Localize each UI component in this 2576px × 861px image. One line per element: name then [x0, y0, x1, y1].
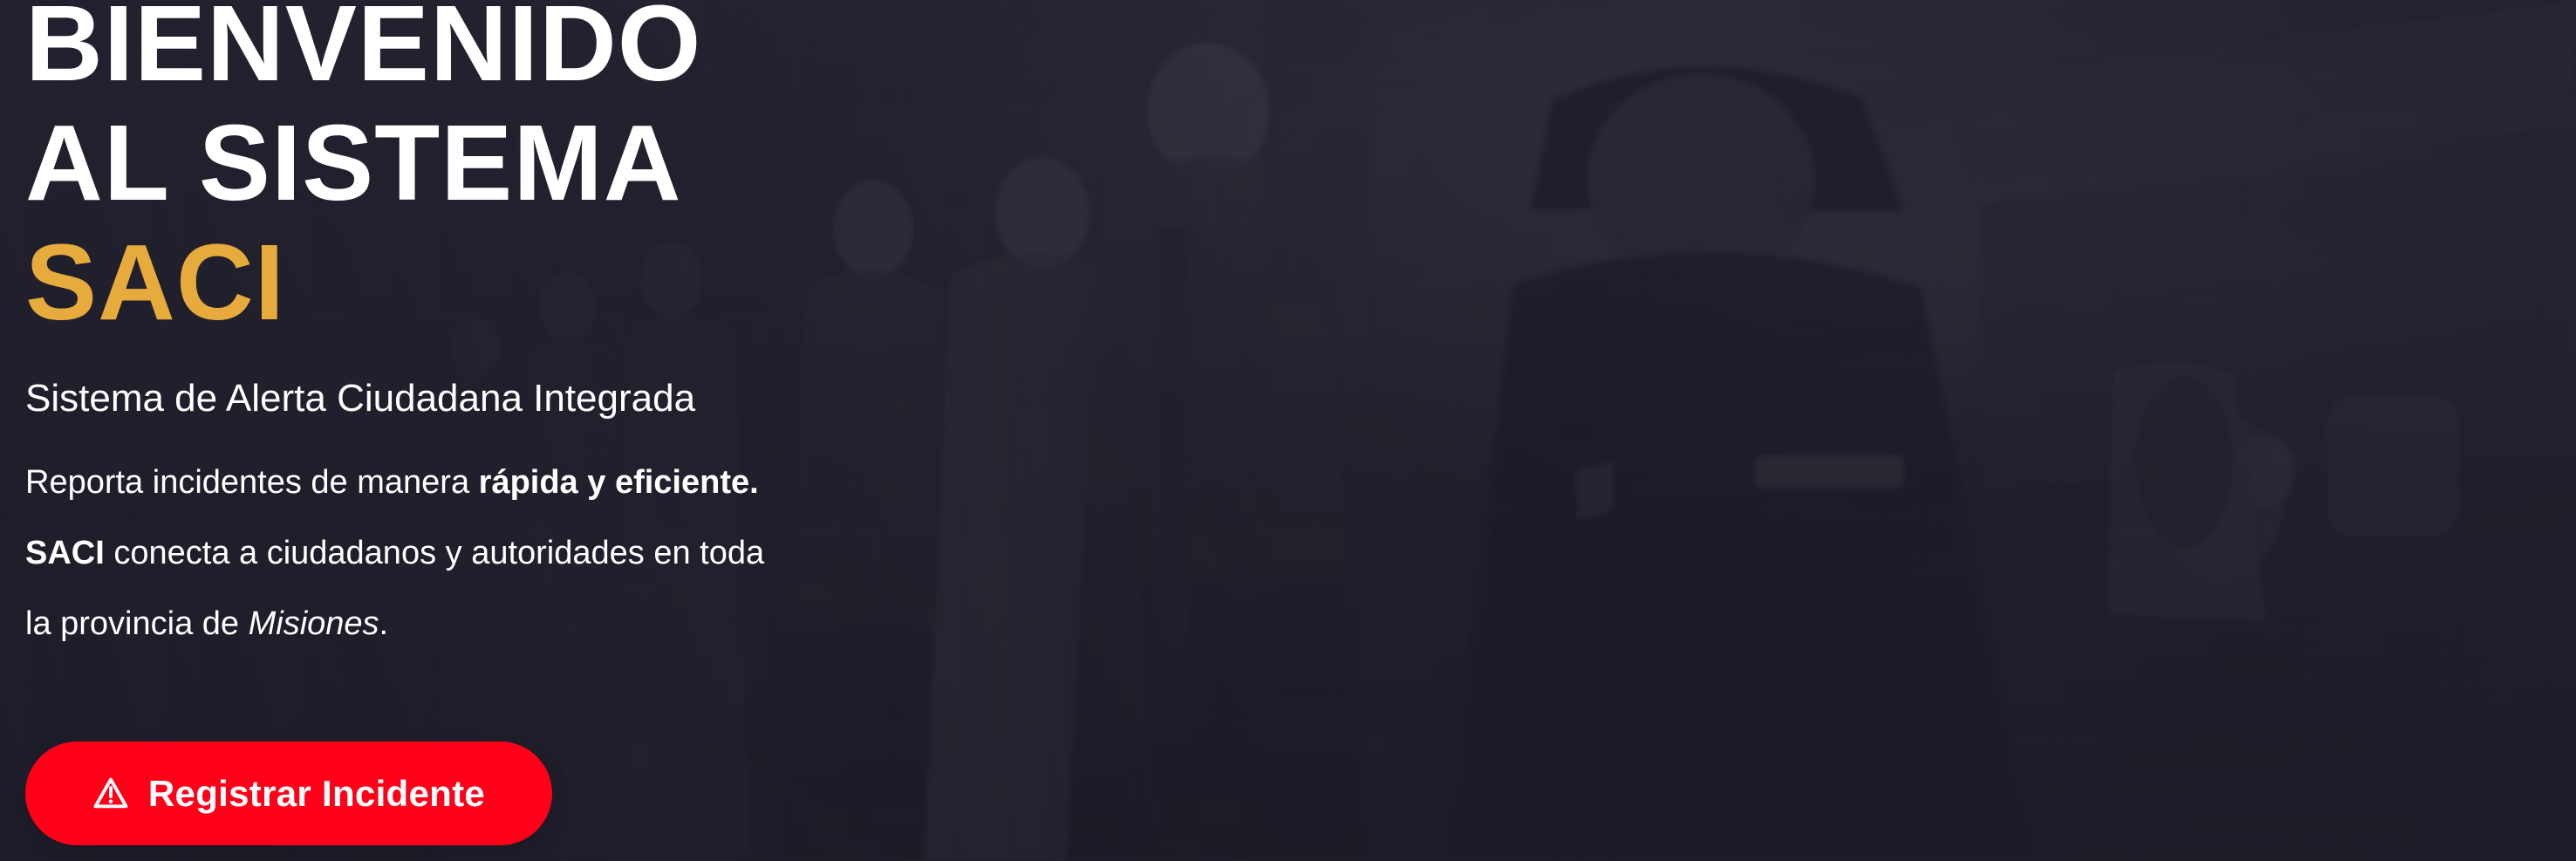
description-line-2: SACI conecta a ciudadanos y autoridades … — [25, 518, 985, 589]
description-line-1-prefix: Reporta incidentes de manera — [25, 464, 479, 501]
description-line-1: Reporta incidentes de manera rápida y ef… — [25, 448, 985, 518]
description-line-3-emphasis: Misiones — [248, 605, 379, 642]
description-line-3: la provincia de Misiones. — [25, 589, 985, 659]
hero-section: BIENVENIDO AL SISTEMA SACI Sistema de Al… — [0, 0, 2576, 861]
warning-icon — [92, 776, 129, 812]
description-line-1-emphasis: rápida y eficiente. — [478, 464, 759, 501]
hero-description: Reporta incidentes de manera rápida y ef… — [25, 448, 985, 659]
description-line-2-suffix: conecta a ciudadanos y autoridades en to… — [104, 535, 765, 571]
hero-subtitle: Sistema de Alerta Ciudadana Integrada — [25, 377, 696, 420]
title-line-saci: SACI — [25, 223, 285, 343]
register-incident-button[interactable]: Registrar Incidente — [25, 741, 552, 845]
description-line-3-prefix: la provincia de — [25, 605, 249, 642]
hero-title: BIENVENIDO AL SISTEMA SACI — [25, 0, 985, 343]
description-line-3-suffix: . — [379, 605, 389, 642]
register-incident-label: Registrar Incidente — [147, 772, 486, 814]
hero-content: BIENVENIDO AL SISTEMA SACI Sistema de Al… — [25, 0, 985, 659]
title-line-al-sistema: AL SISTEMA — [25, 104, 682, 223]
description-line-2-emphasis: SACI — [25, 535, 105, 571]
title-line-bienvenido: BIENVENIDO — [25, 0, 702, 104]
